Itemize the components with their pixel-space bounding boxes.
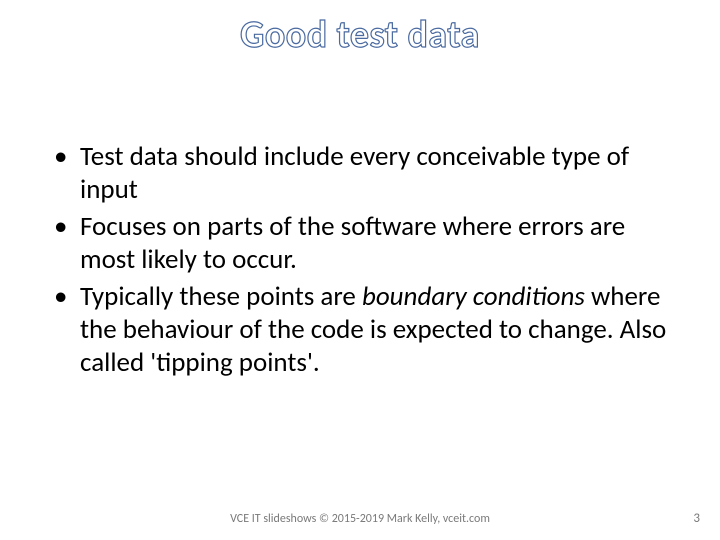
slide-title: Good test data	[0, 0, 720, 66]
slide-body: Test data should include every conceivab…	[0, 66, 720, 380]
page-number: 3	[693, 511, 700, 526]
bullet-list: Test data should include every conceivab…	[48, 141, 672, 380]
bullet-text: Test data should include every conceivab…	[80, 140, 629, 206]
bullet-emphasis: boundary conditions	[362, 280, 585, 313]
list-item: Test data should include every conceivab…	[48, 141, 672, 207]
slide-footer: VCE IT slideshows © 2015-2019 Mark Kelly…	[0, 512, 720, 526]
slide: Good test data Test data should include …	[0, 0, 720, 540]
list-item: Typically these points are boundary cond…	[48, 281, 672, 380]
bullet-text: Typically these points are	[80, 280, 362, 313]
bullet-text: Focuses on parts of the software where e…	[80, 210, 625, 276]
list-item: Focuses on parts of the software where e…	[48, 211, 672, 277]
